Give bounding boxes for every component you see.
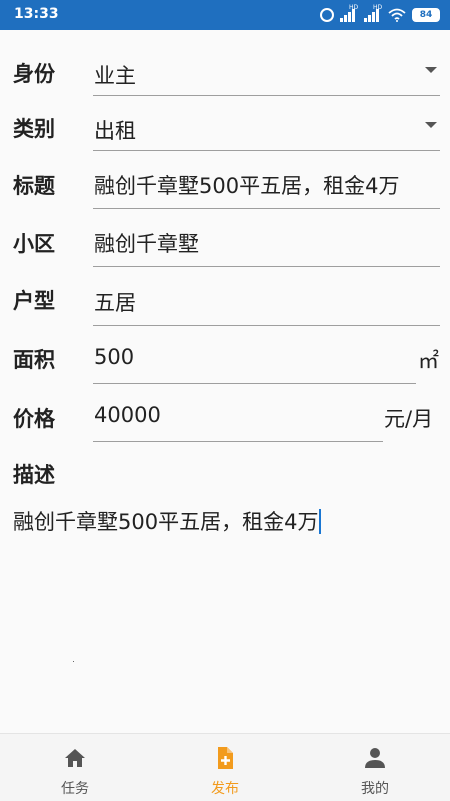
- text-cursor: [319, 509, 322, 534]
- description-label: 描述: [13, 463, 55, 487]
- identity-row[interactable]: 身份 业主: [0, 50, 450, 100]
- battery-icon: 84: [412, 8, 440, 22]
- community-row: 小区 融创千章墅: [0, 218, 450, 270]
- price-label: 价格: [13, 407, 55, 431]
- price-unit: 元/月: [384, 407, 434, 431]
- layout-row: 户型 五居: [0, 277, 450, 329]
- alarm-icon: [320, 8, 334, 22]
- category-dropdown-icon[interactable]: [425, 122, 437, 128]
- category-select[interactable]: 出租: [94, 115, 136, 145]
- person-icon: [365, 748, 385, 768]
- area-label: 面积: [13, 348, 55, 372]
- title-input[interactable]: 融创千章墅500平五居，租金4万: [94, 170, 399, 200]
- community-input[interactable]: 融创千章墅: [94, 228, 199, 258]
- layout-underline: [93, 325, 440, 326]
- title-row: 标题 融创千章墅500平五居，租金4万: [0, 160, 450, 212]
- nav-tasks-label: 任务: [61, 781, 89, 797]
- nav-publish-label: 发布: [211, 781, 239, 797]
- nav-publish[interactable]: 发布: [150, 734, 300, 801]
- identity-select[interactable]: 业主: [94, 60, 136, 90]
- layout-label: 户型: [13, 289, 55, 313]
- network-label-2: HD: [373, 4, 383, 11]
- signal-icon-2: HD: [364, 4, 382, 22]
- area-row: 面积 500 ㎡: [0, 335, 450, 387]
- price-underline: [93, 441, 383, 442]
- category-underline: [93, 150, 440, 151]
- wifi-icon: [388, 8, 406, 22]
- category-label: 类别: [13, 117, 55, 141]
- nav-mine-label: 我的: [361, 781, 389, 797]
- signal-icon-1: HD: [340, 4, 358, 22]
- bottom-nav: 任务 发布 我的: [0, 733, 450, 801]
- price-input[interactable]: 40000: [94, 403, 161, 427]
- community-label: 小区: [13, 232, 55, 256]
- layout-input[interactable]: 五居: [94, 287, 136, 317]
- area-input[interactable]: 500: [94, 345, 134, 369]
- title-underline: [93, 208, 440, 209]
- home-icon: [65, 749, 85, 767]
- add-document-icon: [218, 747, 233, 769]
- nav-mine[interactable]: 我的: [300, 734, 450, 801]
- identity-dropdown-icon[interactable]: [425, 67, 437, 73]
- category-row[interactable]: 类别 出租: [0, 105, 450, 155]
- stray-dot: [73, 661, 74, 662]
- area-underline: [93, 383, 416, 384]
- nav-tasks[interactable]: 任务: [0, 734, 150, 801]
- status-time: 13:33: [14, 6, 59, 22]
- identity-label: 身份: [13, 62, 55, 86]
- community-underline: [93, 266, 440, 267]
- status-icons: HD HD 84: [320, 4, 440, 25]
- status-bar: 13:33 HD HD 84: [0, 0, 450, 30]
- identity-underline: [93, 95, 440, 96]
- price-row: 价格 40000 元/月: [0, 393, 450, 445]
- description-text: 融创千章墅500平五居，租金4万: [13, 510, 319, 534]
- title-label: 标题: [13, 174, 55, 198]
- description-textarea[interactable]: 融创千章墅500平五居，租金4万: [13, 506, 322, 536]
- network-label-1: HD: [349, 4, 359, 11]
- area-unit: ㎡: [418, 349, 439, 373]
